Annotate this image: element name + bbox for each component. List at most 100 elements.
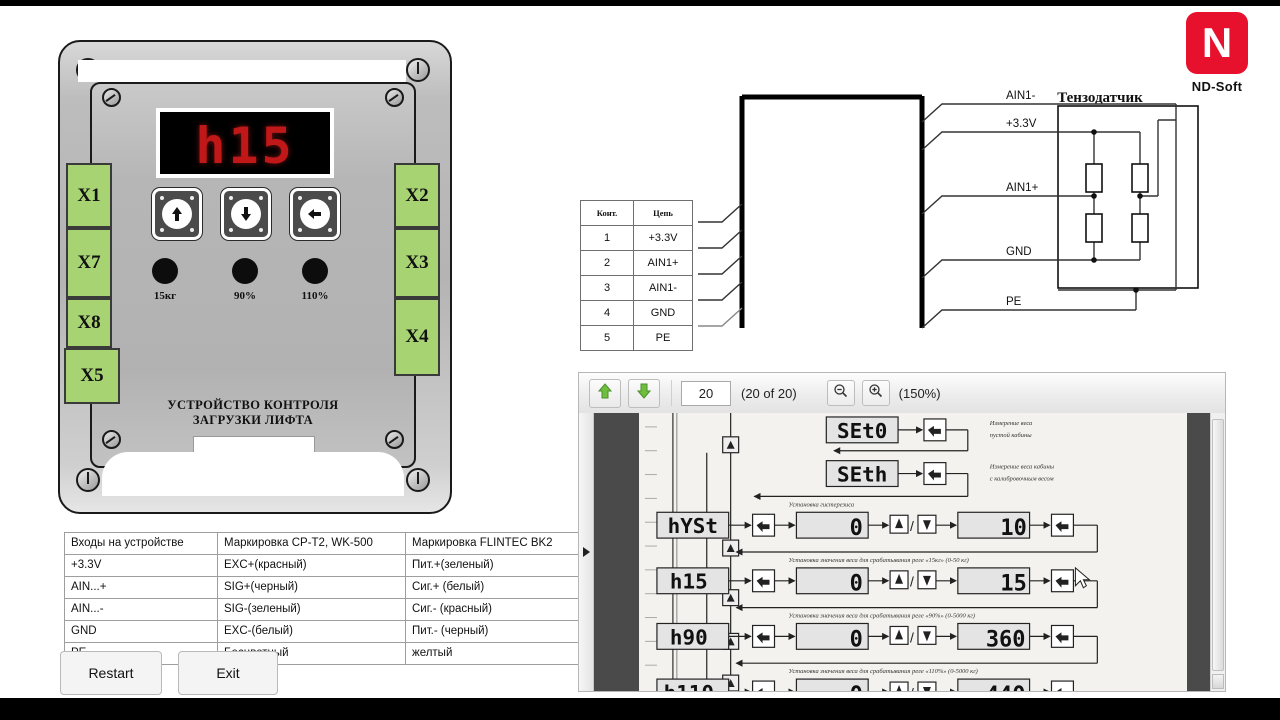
led-110pct [302,258,328,284]
up-key[interactable] [152,188,202,240]
scrollbar-down-button[interactable] [1212,674,1224,689]
keypad [152,188,342,244]
zoom-level-label: (150%) [899,386,941,401]
screw-icon-inner-top-right [385,88,404,107]
svg-text:Измерение веса: Измерение веса [989,420,1033,427]
vertical-scrollbar[interactable] [1210,413,1225,691]
restart-button[interactable]: Restart [60,651,162,695]
screw-icon-inner-bottom-left [102,430,121,449]
cell: Сиг.- (красный) [406,599,594,621]
chevron-right-icon [583,547,590,557]
svg-text:440: 440 [986,683,1026,691]
cell: EXC+(красный) [218,555,406,577]
wire-label-pe: PE [1006,296,1021,308]
svg-text:0: 0 [850,572,863,597]
table-header-row: Входы на устройстве Маркировка CP-T2, WK… [65,533,594,555]
bottom-black-bar [0,698,1280,720]
svg-text:h110: h110 [664,681,714,691]
svg-text:/: / [910,518,914,534]
cell: желтый [406,643,594,665]
terminal-x3[interactable]: X3 [394,228,440,298]
pdf-page-area[interactable]: SEt0 Измерение веса пустой кабины SEth [579,413,1225,691]
enter-arrow-icon [300,199,330,229]
svg-text:SEt0: SEt0 [837,419,887,443]
wiring-svg [570,78,1210,368]
pdf-sidebar-toggle[interactable] [579,413,594,691]
up-arrow-icon [162,199,192,229]
table-row: +3.3V EXC+(красный) Пит.+(зеленый) [65,555,594,577]
svg-text:10: 10 [1000,516,1026,541]
device-panel: НПК ВИП h15 [58,40,448,510]
pdf-toolbar: 20 (20 of 20) (150%) [579,373,1225,414]
svg-text:/: / [910,629,914,645]
col-header-0: Входы на устройстве [65,533,218,555]
seven-segment-display: h15 [156,108,334,178]
svg-text:Установка гистерезиса: Установка гистерезиса [788,501,854,508]
cell: Сиг.+ (белый) [406,577,594,599]
page-number-input[interactable]: 20 [681,381,731,406]
table-row: GND EXC-(белый) Пит.- (черный) [65,621,594,643]
wiring-diagram: Конт. Цепь 1 +3.3V 2 AIN1+ 3 AIN1- 4 GND… [570,78,1210,368]
wire-label-3v3: +3.3V [1006,118,1036,130]
svg-text:360: 360 [986,627,1026,652]
wire-label-ain1-minus: AIN1- [1006,90,1035,102]
manual-flowchart: SEt0 Измерение веса пустой кабины SEth [639,413,1187,691]
device-bottom-cutout [102,452,404,496]
svg-text:0: 0 [850,516,863,541]
pinout-table: Входы на устройстве Маркировка CP-T2, WK… [64,532,594,665]
page-count-label: (20 of 20) [741,386,797,401]
svg-text:с калибровочным весом: с калибровочным весом [990,476,1054,483]
svg-text:/: / [910,574,914,590]
led-label-90pct: 90% [215,290,275,302]
svg-text:пустой кабины: пустой кабины [990,432,1033,439]
enter-key[interactable] [290,188,340,240]
svg-text:/: / [910,685,914,691]
cell: Пит.+(зеленый) [406,555,594,577]
pdf-page-content: SEt0 Измерение веса пустой кабины SEth [639,413,1187,691]
next-page-button[interactable] [628,379,660,408]
cell: EXC-(белый) [218,621,406,643]
terminal-x2[interactable]: X2 [394,163,440,228]
zoom-in-icon [868,383,883,403]
cell: AIN...+ [65,577,218,599]
terminal-x1[interactable]: X1 [66,163,112,228]
zoom-out-button[interactable] [827,380,855,406]
terminal-x4[interactable]: X4 [394,298,440,376]
screw-icon-bottom-right [406,468,430,492]
wire-label-ain1-plus: AIN1+ [1006,182,1038,194]
scrollbar-thumb[interactable] [1212,419,1224,671]
indicator-leds: 15кг 90% 110% [146,258,346,314]
cell: Пит.- (черный) [406,621,594,643]
svg-text:h90: h90 [670,625,708,649]
top-black-bar [0,0,1280,6]
terminal-x5[interactable]: X5 [64,348,120,404]
screw-icon-inner-bottom-right [385,430,404,449]
screw-icon-inner-top-left [102,88,121,107]
table-row: AIN...- SIG-(зеленый) Сиг.- (красный) [65,599,594,621]
svg-text:15: 15 [1000,572,1026,597]
terminal-x8[interactable]: X8 [66,298,112,348]
col-header-2: Маркировка FLINTEC BK2 [406,533,594,555]
svg-text:0: 0 [850,683,863,691]
zoom-in-button[interactable] [862,380,890,406]
zoom-out-icon [833,383,848,403]
screw-icon-top-right [406,58,430,82]
app-root: N ND-Soft НПК ВИП h15 [0,0,1280,720]
exit-button[interactable]: Exit [178,651,278,695]
down-arrow-icon [231,199,261,229]
terminal-x7[interactable]: X7 [66,228,112,298]
display-value: h15 [160,118,330,174]
table-row: AIN...+ SIG+(черный) Сиг.+ (белый) [65,577,594,599]
svg-text:0: 0 [850,627,863,652]
logo-letter: N [1202,22,1232,64]
cell: +3.3V [65,555,218,577]
led-label-15kg: 15кг [135,290,195,302]
wire-label-gnd: GND [1006,246,1032,258]
previous-page-button[interactable] [589,379,621,408]
cell: AIN...- [65,599,218,621]
down-key[interactable] [221,188,271,240]
svg-text:hYSt: hYSt [668,514,718,538]
col-header-1: Маркировка CP-T2, WK-500 [218,533,406,555]
svg-text:h15: h15 [670,570,708,594]
green-down-arrow-icon [637,383,651,404]
